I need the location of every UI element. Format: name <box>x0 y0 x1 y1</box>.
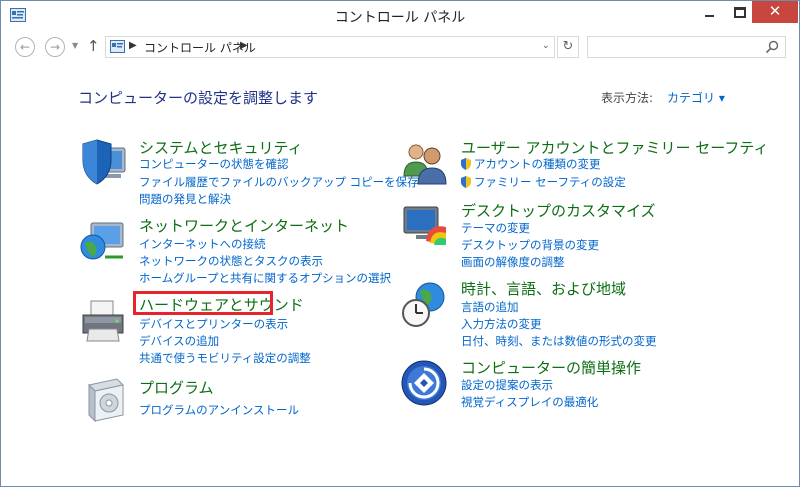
minimize-button[interactable] <box>695 1 724 23</box>
control-panel-icon <box>110 40 125 53</box>
search-input[interactable] <box>590 39 760 55</box>
link-check-computer-status[interactable]: コンピューターの状態を確認 <box>139 156 289 172</box>
close-button[interactable]: ✕ <box>752 1 798 23</box>
category-network-internet[interactable]: ネットワークとインターネット <box>139 215 349 236</box>
link-view-devices-printers[interactable]: デバイスとプリンターの表示 <box>139 316 288 332</box>
link-change-desktop-background[interactable]: デスクトップの背景の変更 <box>461 237 599 253</box>
desktop-paint-icon[interactable] <box>400 201 448 249</box>
ease-of-access-icon[interactable] <box>400 359 448 407</box>
link-mobility-settings[interactable]: 共通で使うモビリティ設定の調整 <box>139 350 311 366</box>
breadcrumb-separator[interactable]: ▶ <box>129 40 137 51</box>
maximize-icon <box>734 7 746 18</box>
forward-button[interactable]: → <box>45 37 65 57</box>
category-user-accounts[interactable]: ユーザー アカウントとファミリー セーフティ <box>461 137 768 158</box>
title-bar[interactable]: コントロール パネル ✕ <box>1 1 799 31</box>
clock-globe-icon[interactable] <box>400 281 448 329</box>
program-box-icon[interactable] <box>79 375 127 423</box>
view-by-label: 表示方法: <box>601 91 654 105</box>
category-system-security[interactable]: システムとセキュリティ <box>139 137 303 158</box>
shield-computer-icon[interactable] <box>79 138 127 186</box>
address-bar[interactable]: ▶ コントロール パネル ▶ ⌄ <box>105 36 555 58</box>
link-homegroup-sharing[interactable]: ホームグループと共有に関するオプションの選択 <box>139 270 391 286</box>
link-change-theme[interactable]: テーマの変更 <box>461 220 530 236</box>
link-label: ファミリー セーフティの設定 <box>474 175 626 189</box>
refresh-button[interactable]: ↻ <box>557 36 579 58</box>
network-globe-icon[interactable] <box>79 217 127 265</box>
link-add-language[interactable]: 言語の追加 <box>461 299 519 315</box>
address-dropdown-icon[interactable]: ⌄ <box>542 41 550 51</box>
link-network-status-tasks[interactable]: ネットワークの状態とタスクの表示 <box>139 253 323 269</box>
link-label: アカウントの種類の変更 <box>474 157 601 171</box>
highlight-box <box>133 291 273 315</box>
link-add-device[interactable]: デバイスの追加 <box>139 333 219 349</box>
recent-locations-dropdown[interactable]: ▼ <box>72 41 78 50</box>
link-change-input-method[interactable]: 入力方法の変更 <box>461 316 542 332</box>
category-clock-language-region[interactable]: 時計、言語、および地域 <box>461 278 626 299</box>
search-icon[interactable] <box>765 40 779 54</box>
link-file-history-backup[interactable]: ファイル履歴でファイルのバックアップ コピーを保存 <box>139 174 419 190</box>
uac-shield-icon <box>461 176 471 188</box>
control-panel-window: コントロール パネル ✕ ← → ▼ ↑ ▶ コントロール パネル ▶ ⌄ ↻ <box>0 0 800 487</box>
link-change-account-type[interactable]: アカウントの種類の変更 <box>461 156 601 172</box>
users-icon[interactable] <box>400 138 448 186</box>
category-ease-of-access[interactable]: コンピューターの簡単操作 <box>461 357 641 378</box>
category-programs[interactable]: プログラム <box>139 377 214 398</box>
link-adjust-resolution[interactable]: 画面の解像度の調整 <box>461 254 565 270</box>
link-change-date-format[interactable]: 日付、時刻、または数値の形式の変更 <box>461 333 657 349</box>
category-personalization[interactable]: デスクトップのカスタマイズ <box>461 200 656 221</box>
breadcrumb-separator[interactable]: ▶ <box>240 40 248 51</box>
link-family-safety[interactable]: ファミリー セーフティの設定 <box>461 174 626 190</box>
maximize-button[interactable] <box>725 1 752 23</box>
close-icon: ✕ <box>768 2 782 20</box>
navigation-bar: ← → ▼ ↑ ▶ コントロール パネル ▶ ⌄ ↻ <box>1 31 799 65</box>
minimize-icon <box>705 15 714 17</box>
up-button[interactable]: ↑ <box>87 37 100 55</box>
window-title: コントロール パネル <box>334 10 466 26</box>
link-uninstall-program[interactable]: プログラムのアンインストール <box>139 402 299 418</box>
back-button[interactable]: ← <box>15 37 35 57</box>
printer-icon[interactable] <box>79 297 127 345</box>
link-optimize-visual-display[interactable]: 視覚ディスプレイの最適化 <box>461 394 598 410</box>
page-title: コンピューターの設定を調整します <box>78 89 319 107</box>
view-by-dropdown[interactable]: カテゴリ ▾ <box>667 89 725 106</box>
uac-shield-icon <box>461 158 471 170</box>
link-connect-internet[interactable]: インターネットへの接続 <box>139 236 266 252</box>
search-box[interactable] <box>587 36 786 58</box>
link-find-fix-problems[interactable]: 問題の発見と解決 <box>139 191 231 207</box>
link-view-suggestions[interactable]: 設定の提案の表示 <box>461 377 553 393</box>
